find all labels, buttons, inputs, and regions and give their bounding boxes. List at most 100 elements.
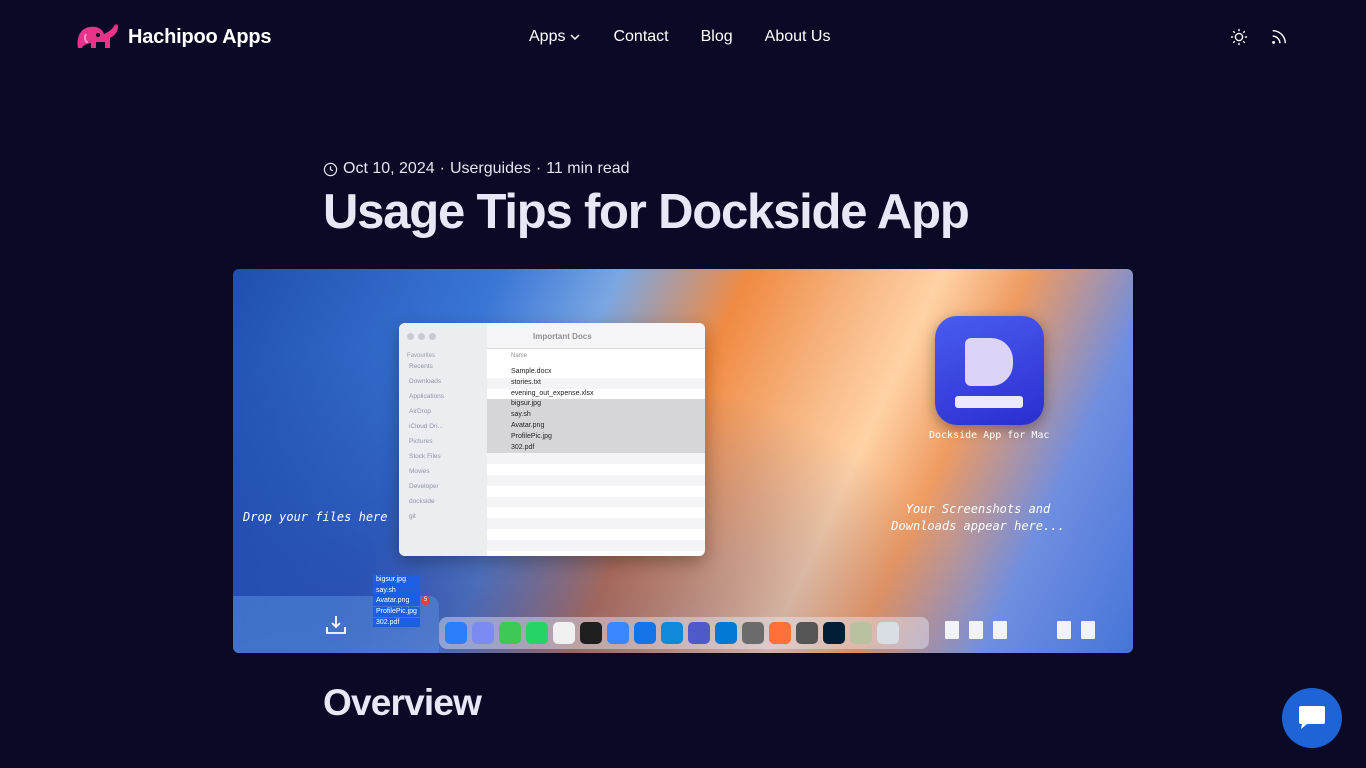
section-heading: Overview	[323, 682, 482, 723]
nav-apps-label: Apps	[529, 28, 566, 45]
nav-about-us[interactable]: About Us	[765, 28, 831, 46]
file-thumbnail	[993, 621, 1007, 639]
empty-row	[487, 496, 705, 508]
dock-app-icon	[742, 622, 764, 644]
empty-row	[487, 529, 705, 540]
post-read-time: 11 min read	[546, 160, 630, 177]
dragged-file: bigsur.jpg	[373, 575, 420, 585]
empty-row	[487, 486, 705, 497]
dragged-files: bigsur.jpg say.sh Avatar.png ProfilePic.jpg…	[373, 575, 420, 628]
chat-button[interactable]	[1282, 688, 1342, 748]
dock-app-icon	[472, 622, 494, 644]
empty-row	[487, 507, 705, 518]
finder-sidebar-list: Recents Downloads Applications AirDrop iClou…	[409, 363, 444, 523]
file-thumbnail	[1057, 621, 1071, 639]
window-controls	[407, 333, 436, 340]
main-nav: Apps Contact Blog About Us	[529, 28, 830, 46]
finder-file-list: Sample.docx stories.txt evening_out_expens…	[487, 367, 705, 551]
dock-app-icon	[526, 622, 548, 644]
site-name: Hachipoo Apps	[128, 25, 272, 48]
dock-app-icon	[823, 622, 845, 644]
empty-row	[487, 453, 705, 465]
finder-sidebar-item: git	[409, 513, 416, 520]
drop-hint: Drop your files here	[243, 510, 388, 524]
mac-dock	[439, 617, 929, 649]
logo-link[interactable]: Hachipoo Apps	[74, 20, 272, 54]
finder-title: Important Docs	[533, 332, 592, 341]
chat-bubble-icon	[1299, 706, 1325, 729]
meta-separator: ·	[439, 160, 445, 177]
dock-app-icon	[580, 622, 602, 644]
dockside-app-icon	[935, 316, 1044, 425]
dragged-file: 302.pdf	[373, 617, 420, 628]
file-thumbnail	[1081, 621, 1095, 639]
file-row: Avatar.png	[487, 420, 705, 432]
file-row: stories.txt	[487, 377, 705, 389]
dock-app-icon	[661, 622, 683, 644]
finder-sidebar-item: Movies	[409, 468, 430, 475]
dragged-file: Avatar.png	[373, 596, 420, 607]
dragged-file: say.sh	[373, 585, 420, 596]
dockside-app-label: Dockside App for Mac	[929, 430, 1050, 441]
finder-sidebar-item: Developer	[409, 483, 439, 490]
finder-sidebar-item: Downloads	[409, 378, 442, 385]
dock-app-icon	[607, 622, 629, 644]
sun-icon[interactable]	[1230, 28, 1248, 46]
file-row: ProfilePic.jpg	[487, 431, 705, 443]
finder-window: Favourites Recents Downloads Applications A…	[399, 323, 705, 556]
empty-row	[487, 464, 705, 475]
file-row: 302.pdf	[487, 442, 705, 454]
dock-app-icon	[445, 622, 467, 644]
finder-sidebar-item: Recents	[409, 363, 433, 370]
dock-app-icon	[769, 622, 791, 644]
file-row: bigsur.jpg	[487, 399, 705, 411]
dock-app-icon	[877, 622, 899, 644]
post-title: Usage Tips for Dockside App	[323, 185, 970, 239]
nav-apps[interactable]: Apps	[529, 28, 581, 46]
screens-hint: Your Screenshots and Downloads appear he…	[891, 502, 1065, 533]
dock-app-icon	[553, 622, 575, 644]
dock-files	[945, 621, 1095, 639]
post-date: Oct 10, 2024	[343, 160, 435, 177]
finder-sidebar-item: dockside	[409, 498, 435, 505]
finder-sidebar-item: AirDrop	[409, 408, 432, 415]
finder-sidebar-item: Pictures	[409, 438, 433, 445]
file-thumbnail	[969, 621, 983, 639]
rss-icon[interactable]	[1270, 28, 1288, 46]
finder-sidebar-item: Applications	[409, 393, 445, 400]
dock-app-icon	[499, 622, 521, 644]
finder-column-header: Name	[511, 353, 528, 359]
site-header: Hachipoo Apps Apps Contact Blog About Us	[0, 0, 1366, 76]
dock-app-icon	[715, 622, 737, 644]
elephant-logo-icon	[77, 24, 118, 48]
post-meta: Oct 10, 2024 · Userguides · 11 min read	[323, 160, 630, 178]
nav-blog[interactable]: Blog	[701, 28, 733, 46]
nav-contact[interactable]: Contact	[613, 28, 668, 46]
empty-row	[487, 518, 705, 529]
post-category[interactable]: Userguides	[450, 160, 531, 178]
finder-sidebar-item: Stock Files	[409, 453, 441, 460]
drag-count-badge: 5	[421, 596, 430, 605]
dragged-file: ProfilePic.jpg	[373, 607, 420, 617]
file-thumbnail	[945, 621, 959, 639]
dock-app-icon	[850, 622, 872, 644]
dockside-bar-shape	[955, 396, 1023, 408]
file-row: say.sh	[487, 410, 705, 421]
finder-toolbar: Important Docs	[487, 323, 705, 349]
dock-app-icon	[688, 622, 710, 644]
finder-sidebar-item: iCloud Dri...	[409, 423, 443, 430]
clock-icon	[323, 162, 338, 176]
meta-separator: ·	[535, 160, 542, 177]
chevron-down-icon	[570, 34, 580, 41]
finder-sidebar-title: Favourites	[407, 353, 436, 359]
dock-app-icon	[796, 622, 818, 644]
finder-sidebar: Favourites Recents Downloads Applications A…	[399, 323, 487, 556]
header-actions	[1230, 28, 1288, 46]
tray-download-icon	[326, 616, 346, 634]
file-row: evening_out_expense.xlsx	[511, 389, 594, 397]
file-row: Sample.docx	[511, 368, 552, 375]
empty-row	[487, 539, 705, 551]
empty-row	[487, 474, 705, 486]
dockside-d-shape	[965, 338, 1013, 386]
dock-app-icon	[634, 622, 656, 644]
